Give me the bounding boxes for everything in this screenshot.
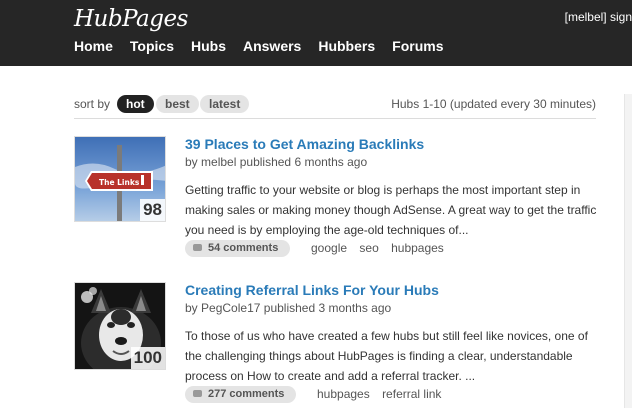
hub-summary: To those of us who have created a few hu…	[185, 329, 588, 383]
hub-byline: by melbel published 6 months ago	[185, 155, 367, 169]
author-link[interactable]: PegCole17	[201, 301, 260, 315]
sort-label: sort by	[74, 97, 111, 111]
comments-count: 54 comments	[208, 242, 279, 254]
comments-button[interactable]: 277 comments	[185, 386, 297, 403]
byline-by: by	[185, 301, 198, 315]
sort-latest-button[interactable]: latest	[200, 95, 250, 113]
hubs-count: Hubs 1-10 (updated every 30 minutes)	[391, 97, 596, 111]
hub-thumbnail[interactable]: The Links 98	[74, 136, 166, 222]
hub-title-link[interactable]: 39 Places to Get Amazing Backlinks	[185, 136, 424, 152]
hub-summary: Getting traffic to your website or blog …	[185, 183, 597, 237]
byline-by: by	[185, 155, 198, 169]
hub-thumbnail[interactable]: 100	[74, 282, 166, 370]
hub-tags: hubpages referral link	[317, 387, 450, 401]
nav-topics[interactable]: Topics	[130, 38, 174, 54]
sort-bar: sort by hot best latest Hubs 1-10 (updat…	[74, 94, 596, 119]
sign-text: The Links	[99, 178, 140, 187]
nav-hubbers[interactable]: Hubbers	[318, 38, 375, 54]
site-header: HubPages [melbel] sign Home Topics Hubs …	[0, 0, 632, 66]
hubpages-logo[interactable]: HubPages	[74, 6, 188, 32]
comment-bubble-icon	[193, 390, 202, 397]
hub-byline: by PegCole17 published 3 months ago	[185, 301, 391, 315]
nav-forums[interactable]: Forums	[392, 38, 443, 54]
comment-bubble-icon	[193, 244, 202, 251]
nav-hubs[interactable]: Hubs	[191, 38, 226, 54]
sort-best-button[interactable]: best	[156, 95, 199, 113]
published-time: published 6 months ago	[239, 155, 368, 169]
tag-link[interactable]: referral link	[382, 387, 441, 401]
tag-link[interactable]: google	[311, 241, 347, 255]
tag-link[interactable]: hubpages	[391, 241, 444, 255]
tag-link[interactable]: seo	[359, 241, 378, 255]
sort-hot-button[interactable]: hot	[117, 95, 154, 113]
tag-link[interactable]: hubpages	[317, 387, 370, 401]
hub-item: 100 Creating Referral Links For Your Hub…	[74, 282, 604, 408]
account-link[interactable]: [melbel] sign	[565, 10, 632, 24]
comments-count: 277 comments	[208, 388, 285, 400]
hub-tags: google seo hubpages	[311, 241, 453, 255]
nav-home[interactable]: Home	[74, 38, 113, 54]
comments-button[interactable]: 54 comments	[185, 240, 291, 257]
author-link[interactable]: melbel	[201, 155, 236, 169]
hub-title-link[interactable]: Creating Referral Links For Your Hubs	[185, 282, 439, 298]
published-time: published 3 months ago	[263, 301, 392, 315]
hub-score: 100	[130, 347, 165, 369]
scrollbar[interactable]	[624, 94, 632, 408]
hub-score: 98	[140, 199, 165, 221]
hub-item: The Links 98 39 Places to Get Amazing Ba…	[74, 136, 604, 261]
nav-answers[interactable]: Answers	[243, 38, 301, 54]
main-nav: Home Topics Hubs Answers Hubbers Forums	[74, 38, 460, 54]
